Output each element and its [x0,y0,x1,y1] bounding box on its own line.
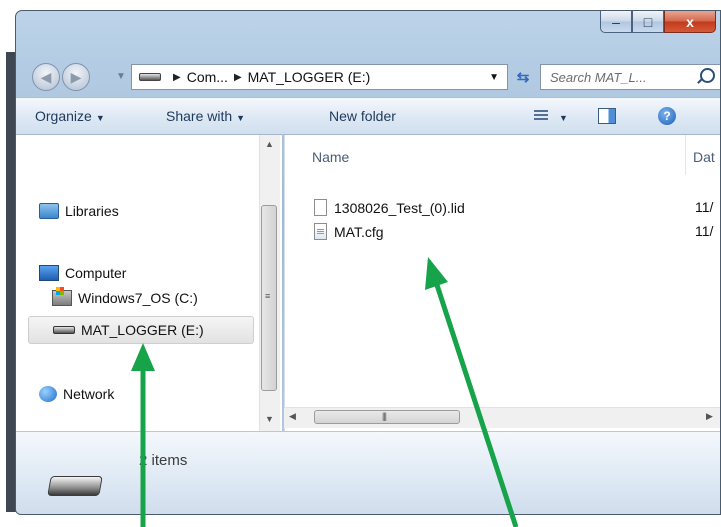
annotation-arrow-file [425,257,519,527]
screenshot-frame: – □ x ◀ ▶ ▼ ▶ Com... ▶ MAT_LOGGER (E:) ▼… [0,0,721,527]
annotation-arrow-drive [131,343,155,527]
annotation-arrows [131,257,519,527]
